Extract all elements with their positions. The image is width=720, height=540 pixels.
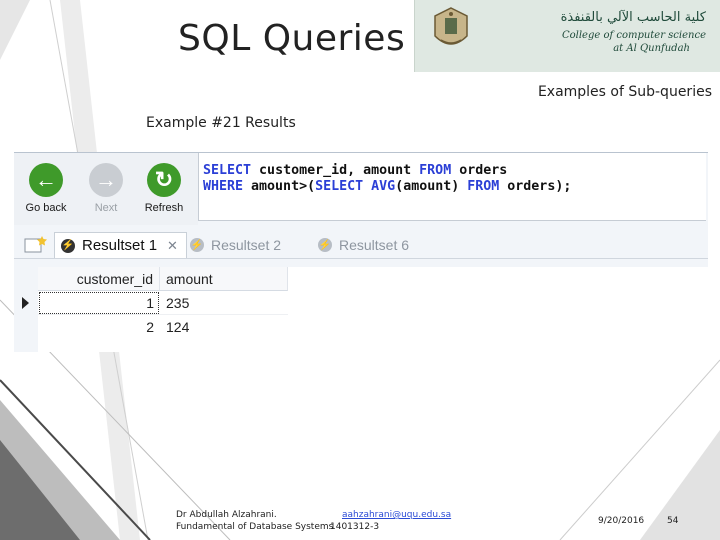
refresh-button[interactable]: ↻ Refresh: [136, 163, 192, 219]
college-name-arabic: كلية الحاسب الآلي بالقنفذة: [560, 10, 706, 25]
sql-keyword: FROM: [419, 163, 452, 178]
slide-subtitle: Examples of Sub-queries: [537, 84, 712, 100]
table-cell-amount[interactable]: 235: [160, 291, 288, 315]
sql-tool-screenshot: ← Go back → Next ↻ Refresh SELECT custom…: [14, 152, 708, 352]
university-crest-icon: [434, 7, 468, 45]
close-icon[interactable]: ✕: [167, 238, 178, 254]
back-arrow-icon: ←: [29, 163, 63, 197]
column-header-customer-id[interactable]: customer_id: [38, 267, 160, 291]
tab-label: Resultset 2: [211, 237, 282, 253]
results-grid-body: customer_id amount 1 235 2 124: [38, 267, 708, 352]
new-tab-icon[interactable]: [24, 235, 48, 253]
lightning-icon: ⚡: [190, 238, 204, 252]
tab-resultset-1[interactable]: ⚡ Resultset 1 ✕: [54, 232, 187, 258]
tab-label: Resultset 1: [82, 237, 158, 254]
next-label: Next: [94, 202, 118, 214]
tab-label: Resultset 6: [339, 237, 410, 253]
resultset-tabs: ⚡ Resultset 1 ✕ ⚡ Resultset 2 ⚡ Resultse…: [14, 229, 708, 259]
sql-text: customer_id, amount: [251, 163, 420, 178]
footer-course-code: 1401312-3: [330, 522, 380, 532]
refresh-icon: ↻: [147, 163, 181, 197]
results-grid: customer_id amount 1 235 2 124: [14, 261, 708, 352]
footer-email[interactable]: aahzahrani@uqu.edu.sa: [342, 510, 451, 520]
lightning-icon: ⚡: [61, 238, 75, 253]
college-logo: كلية الحاسب الآلي بالقنفذة College of co…: [414, 0, 720, 72]
go-back-label: Go back: [25, 202, 67, 214]
footer-date: 9/20/2016: [598, 516, 645, 526]
sql-keyword: SELECT: [315, 179, 364, 194]
sql-text: orders: [451, 163, 508, 178]
table-cell-amount[interactable]: 124: [160, 315, 288, 339]
example-heading: Example #21 Results: [146, 115, 296, 131]
go-back-button[interactable]: ← Go back: [18, 163, 74, 219]
column-header-amount[interactable]: amount: [160, 267, 288, 291]
email-link[interactable]: aahzahrani@uqu.edu.sa: [342, 510, 451, 520]
page-number: 54: [667, 516, 679, 526]
table-cell-customer-id[interactable]: 1: [38, 291, 160, 315]
footer-author: Dr Abdullah Alzahrani.: [176, 510, 277, 520]
tab-resultset-6[interactable]: ⚡ Resultset 6: [318, 232, 409, 258]
refresh-label: Refresh: [144, 202, 184, 214]
sql-keyword: SELECT: [203, 163, 252, 178]
current-row-pointer-icon: [22, 297, 29, 309]
sql-keyword: WHERE: [203, 179, 244, 194]
lightning-icon: ⚡: [318, 238, 332, 252]
sql-keyword: FROM: [467, 179, 500, 194]
tab-resultset-2[interactable]: ⚡ Resultset 2: [190, 232, 281, 258]
footer-course: Fundamental of Database Systems: [176, 522, 334, 532]
college-location: at Al Qunfudah: [613, 43, 690, 54]
college-name-english: College of computer science: [561, 30, 706, 41]
slide-title: SQL Queries: [178, 18, 406, 59]
sql-text: orders);: [499, 179, 572, 194]
navigation-toolbar: ← Go back → Next ↻ Refresh: [14, 153, 198, 225]
table-cell-customer-id[interactable]: 2: [38, 315, 160, 339]
next-button[interactable]: → Next: [78, 163, 134, 219]
sql-keyword: AVG: [371, 179, 396, 194]
row-gutter: [14, 267, 38, 352]
sql-editor[interactable]: SELECT customer_id, amount FROM orders W…: [198, 153, 706, 221]
sql-text: (amount): [395, 179, 468, 194]
sql-text: amount>(: [243, 179, 316, 194]
next-arrow-icon: →: [89, 163, 123, 197]
